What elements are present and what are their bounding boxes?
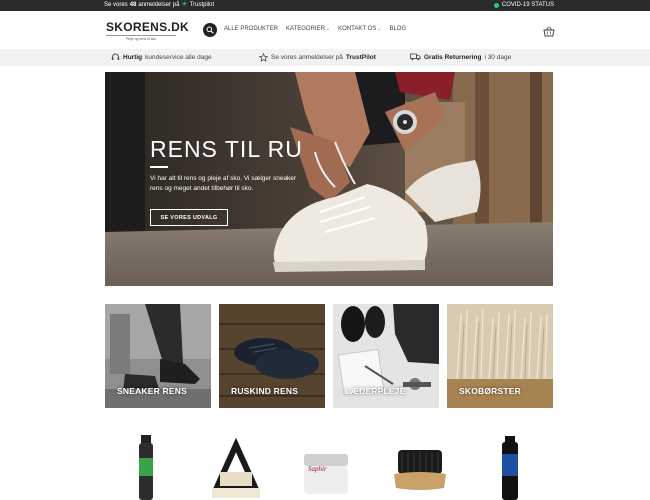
usp-1-text: kundeservice alle dage	[145, 53, 212, 61]
category-label: RUSKIND RENS	[231, 386, 299, 396]
product-spray-green[interactable]	[136, 430, 156, 500]
nav-categories[interactable]: KATEGORIER ⌄	[286, 26, 330, 32]
product-saphir-cream[interactable]: Saphir	[300, 430, 352, 500]
nav-all-products[interactable]: ALLE PRODUKTER	[224, 26, 278, 32]
search-button[interactable]	[203, 23, 217, 37]
nav-contact-label: KONTAKT OS	[338, 26, 377, 32]
usp-customer-service: Hurtig kundeservice alle dage	[111, 53, 212, 61]
trustpilot-reviews-link[interactable]: Se vores 48 anmeldelser på ★ Trustpilot	[104, 1, 215, 8]
product-shoe-brush[interactable]	[392, 430, 448, 500]
reviews-count: 48	[129, 2, 137, 8]
shoe-brush-image	[394, 450, 446, 490]
top-announcement-bar: Se vores 48 anmeldelser på ★ Trustpilot …	[0, 0, 650, 11]
nav-blog[interactable]: BLOG	[389, 26, 406, 32]
reviews-suffix: anmeldelser på	[138, 2, 180, 8]
usp-3-text: i 30 dage	[484, 53, 512, 61]
hero-cta-button[interactable]: SE VORES UDVALG	[150, 209, 228, 226]
reviews-prefix: Se vores	[104, 2, 128, 8]
trustpilot-label: Trustpilot	[189, 2, 215, 8]
usp-1-bold: Hurtig	[123, 53, 143, 61]
category-label: SKOBØRSTER	[459, 386, 521, 396]
chevron-down-icon: ⌄	[325, 26, 331, 32]
usp-free-returns: Gratis Returnering i 30 dage	[410, 53, 511, 61]
nav-categories-label: KATEGORIER	[286, 26, 325, 32]
nav-blog-label: BLOG	[389, 26, 407, 32]
hero-description: Vi har alt til rens og pleje af sko. Vi …	[150, 175, 297, 192]
product-spray-blue[interactable]	[499, 430, 521, 500]
cart-button[interactable]	[543, 24, 555, 42]
usp-2-bold: TrustPilot	[345, 54, 376, 61]
category-tile-laederpleje[interactable]: LÆDERPLEJE	[333, 304, 439, 408]
search-icon	[206, 26, 214, 34]
logo-text: SKORENS.DK	[106, 20, 190, 34]
site-header: SKORENS.DK Pleje og rens til sko ALLE PR…	[0, 11, 650, 49]
category-tile-sneaker-rens[interactable]: SNEAKER RENS	[105, 304, 211, 408]
covid-status-label: COVID-19 STATUS	[501, 2, 554, 8]
main-navigation: ALLE PRODUKTER KATEGORIER ⌄ KONTAKT OS ⌄ B…	[224, 26, 406, 32]
headset-icon	[111, 53, 120, 60]
product-suede-brush-set[interactable]	[208, 430, 264, 500]
status-dot-icon	[493, 2, 499, 8]
hero-banner: RENS TIL RU Vi har alt til rens og pleje…	[105, 72, 553, 286]
site-logo[interactable]: SKORENS.DK Pleje og rens til sko	[106, 20, 189, 41]
usp-2-text: Se vores anmeldelser på	[271, 54, 343, 61]
spray-can-image	[502, 436, 518, 500]
nav-contact[interactable]: KONTAKT OS ⌄	[338, 26, 381, 32]
truck-icon	[410, 53, 421, 61]
saphir-label: Saphir	[308, 465, 327, 473]
category-tile-ruskind-rens[interactable]: RUSKIND RENS	[219, 304, 325, 408]
category-label: LÆDERPLEJE	[345, 386, 406, 396]
brush-set-image	[212, 437, 260, 498]
covid-status-link[interactable]: COVID-19 STATUS	[493, 2, 554, 8]
category-label: SNEAKER RENS	[117, 386, 187, 396]
hero-divider	[150, 166, 168, 168]
category-tile-skoborster[interactable]: SKOBØRSTER	[447, 304, 553, 408]
logo-tagline: Pleje og rens til sko	[106, 35, 176, 41]
usp-bar: Hurtig kundeservice alle dage Se vores a…	[0, 49, 650, 66]
nav-all-products-label: ALLE PRODUKTER	[224, 26, 279, 32]
spray-can-image	[139, 435, 153, 500]
hero-title: RENS TIL RU	[150, 136, 303, 162]
basket-icon	[543, 26, 555, 37]
chevron-down-icon: ⌄	[377, 26, 382, 32]
star-icon	[259, 53, 268, 62]
trustpilot-star-icon: ★	[181, 1, 188, 8]
usp-trustpilot[interactable]: Se vores anmeldelser på TrustPilot	[259, 53, 376, 62]
usp-3-bold: Gratis Returnering	[424, 53, 482, 61]
